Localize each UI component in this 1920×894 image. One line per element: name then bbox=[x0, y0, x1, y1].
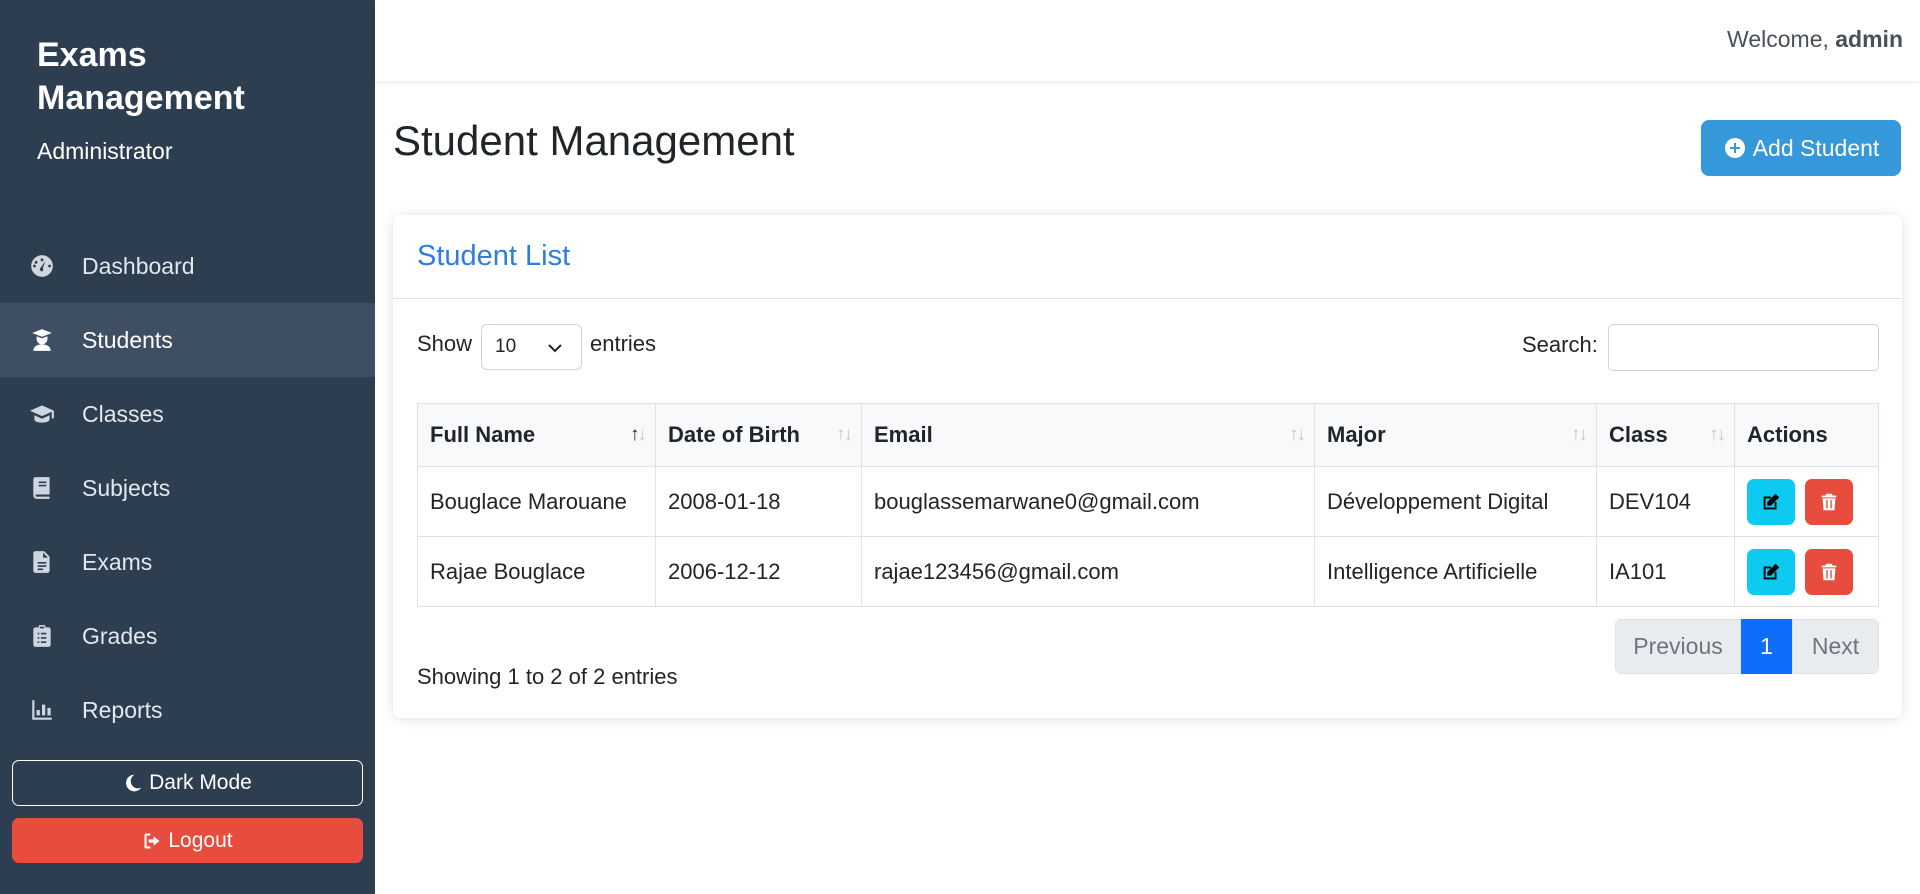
sidebar-item-label: Exams bbox=[82, 548, 153, 575]
column-header-class[interactable]: Class ↑↓ bbox=[1596, 403, 1735, 467]
student-list-card: Student List Show 10 entries Search: Ful… bbox=[393, 215, 1902, 718]
column-header-actions: Actions bbox=[1734, 403, 1879, 467]
edit-icon bbox=[1763, 493, 1780, 509]
username: admin bbox=[1835, 26, 1903, 52]
table-row: Bouglace Marouane 2008-01-18 bouglassema… bbox=[417, 466, 1879, 537]
column-header-email[interactable]: Email ↑↓ bbox=[861, 403, 1315, 467]
sidebar-item-label: Grades bbox=[82, 622, 158, 649]
cell-class: IA101 bbox=[1596, 536, 1735, 607]
delete-button[interactable] bbox=[1805, 478, 1854, 525]
sort-icon: ↑↓ bbox=[1571, 424, 1588, 445]
dark-mode-label: Dark Mode bbox=[149, 771, 252, 794]
cell-date-of-birth: 2008-01-18 bbox=[655, 466, 862, 537]
cell-actions bbox=[1734, 536, 1879, 607]
brand-subtitle: Administrator bbox=[37, 138, 173, 164]
sort-icon: ↑↓ bbox=[1289, 424, 1306, 445]
entries-select[interactable]: 10 bbox=[481, 324, 582, 370]
page-1-button[interactable]: 1 bbox=[1741, 619, 1792, 674]
search-label: Search: bbox=[1522, 332, 1598, 357]
sidebar-item-grades[interactable]: Grades bbox=[0, 599, 375, 673]
top-bar: Welcome, admin bbox=[375, 0, 1920, 81]
brand-title: Exams Management bbox=[37, 36, 245, 117]
cell-date-of-birth: 2006-12-12 bbox=[655, 536, 862, 607]
cell-class: DEV104 bbox=[1596, 466, 1735, 537]
column-header-full-name[interactable]: Full Name ↑↓ bbox=[417, 403, 656, 467]
sidebar-item-classes[interactable]: Classes bbox=[0, 377, 375, 451]
students-table: Full Name ↑↓ Date of Birth ↑↓ Email ↑↓ M… bbox=[417, 403, 1879, 607]
welcome-text: Welcome, admin bbox=[1727, 26, 1903, 53]
entries-label: entries bbox=[590, 331, 657, 356]
show-label: Show bbox=[417, 331, 473, 356]
table-header-row: Full Name ↑↓ Date of Birth ↑↓ Email ↑↓ M… bbox=[417, 403, 1879, 467]
sort-icon: ↑↓ bbox=[836, 424, 853, 445]
sidebar-item-dashboard[interactable]: Dashboard bbox=[0, 229, 375, 303]
sidebar: Exams Management Administrator Dashboard… bbox=[0, 0, 375, 894]
cell-full-name: Bouglace Marouane bbox=[417, 466, 656, 537]
cell-email: rajae123456@gmail.com bbox=[861, 536, 1315, 607]
cell-major: Développement Digital bbox=[1314, 466, 1597, 537]
welcome-prefix: Welcome, bbox=[1727, 26, 1829, 52]
sidebar-item-label: Classes bbox=[82, 400, 164, 427]
sidebar-item-exams[interactable]: Exams bbox=[0, 525, 375, 599]
student-icon bbox=[28, 326, 56, 354]
sidebar-item-label: Reports bbox=[82, 696, 163, 723]
cell-full-name: Rajae Bouglace bbox=[417, 536, 656, 607]
moon-icon bbox=[126, 774, 142, 792]
search-input[interactable] bbox=[1608, 324, 1879, 371]
card-header: Student List bbox=[393, 215, 1902, 299]
entries-value: 10 bbox=[495, 336, 517, 357]
delete-button[interactable] bbox=[1805, 548, 1854, 595]
cell-email: bouglassemarwane0@gmail.com bbox=[861, 466, 1315, 537]
trash-icon bbox=[1821, 493, 1837, 510]
pagination: Previous 1 Next bbox=[1615, 619, 1879, 674]
logout-button[interactable]: Logout bbox=[12, 818, 363, 863]
dashboard-gauge-icon bbox=[28, 252, 56, 280]
add-student-button[interactable]: Add Student bbox=[1701, 120, 1901, 176]
sidebar-nav: Dashboard Students Classes Subjects Exam… bbox=[0, 229, 375, 747]
next-page-button[interactable]: Next bbox=[1792, 619, 1879, 674]
previous-page-button[interactable]: Previous bbox=[1615, 619, 1741, 674]
table-row: Rajae Bouglace 2006-12-12 rajae123456@gm… bbox=[417, 536, 1879, 607]
sidebar-item-label: Students bbox=[82, 326, 173, 353]
brand: Exams Management Administrator bbox=[37, 34, 357, 165]
sign-out-icon bbox=[144, 833, 160, 848]
sidebar-item-subjects[interactable]: Subjects bbox=[0, 451, 375, 525]
book-icon bbox=[28, 474, 56, 502]
sidebar-item-label: Subjects bbox=[82, 474, 171, 501]
card-title: Student List bbox=[417, 240, 571, 272]
sidebar-item-students[interactable]: Students bbox=[0, 303, 375, 377]
sort-icon: ↑↓ bbox=[1709, 424, 1726, 445]
bar-chart-icon bbox=[28, 696, 56, 724]
add-student-label: Add Student bbox=[1752, 134, 1880, 161]
column-header-major[interactable]: Major ↑↓ bbox=[1314, 403, 1597, 467]
table-info: Showing 1 to 2 of 2 entries bbox=[417, 664, 678, 689]
clipboard-icon bbox=[28, 622, 56, 650]
sort-icon: ↑↓ bbox=[630, 424, 647, 445]
graduation-cap-icon bbox=[28, 400, 56, 428]
dark-mode-button[interactable]: Dark Mode bbox=[12, 760, 363, 806]
column-header-date-of-birth[interactable]: Date of Birth ↑↓ bbox=[655, 403, 862, 467]
file-icon bbox=[28, 548, 56, 576]
edit-button[interactable] bbox=[1747, 478, 1795, 525]
sidebar-item-reports[interactable]: Reports bbox=[0, 673, 375, 747]
edit-button[interactable] bbox=[1747, 548, 1795, 595]
page-title: Student Management bbox=[393, 117, 795, 164]
cell-major: Intelligence Artificielle bbox=[1314, 536, 1597, 607]
chevron-down-icon bbox=[548, 344, 562, 353]
plus-circle-icon bbox=[1724, 138, 1745, 158]
cell-actions bbox=[1734, 466, 1879, 537]
logout-label: Logout bbox=[168, 828, 233, 852]
edit-icon bbox=[1763, 563, 1780, 579]
trash-icon bbox=[1821, 563, 1837, 580]
sidebar-item-label: Dashboard bbox=[82, 252, 195, 279]
